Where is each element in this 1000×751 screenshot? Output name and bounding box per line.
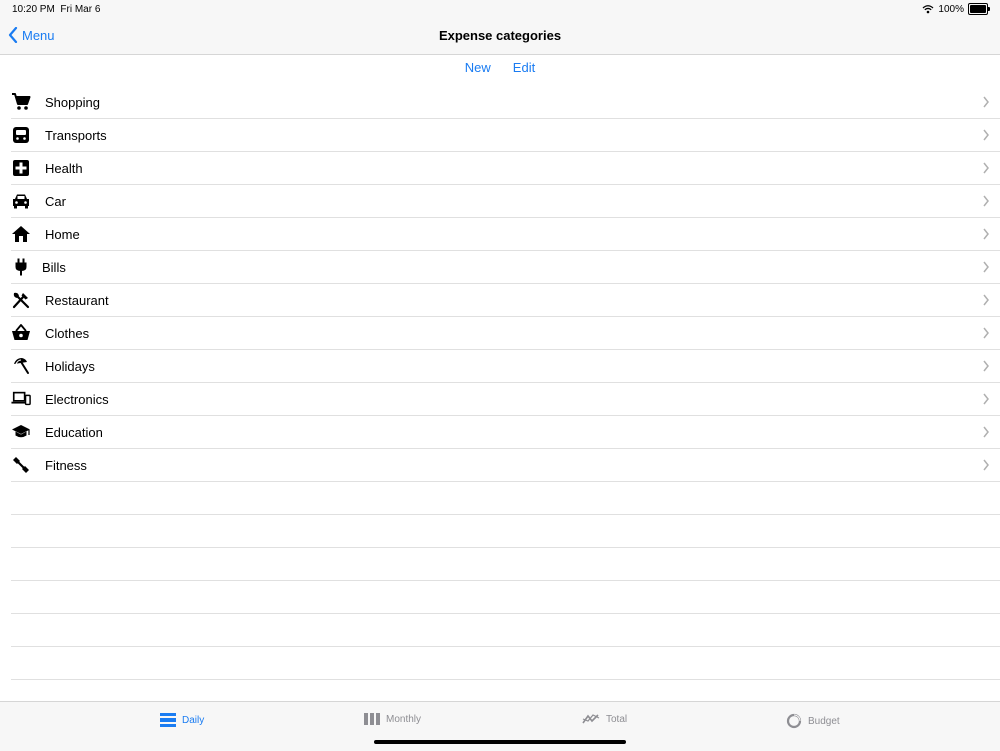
status-indicators: 100%: [922, 3, 990, 15]
category-label: Shopping: [45, 95, 100, 110]
basket-icon: [11, 324, 31, 342]
tab-label: Monthly: [386, 713, 422, 725]
navigation-bar: Menu Expense categories: [0, 18, 1000, 55]
status-bar: 10:20 PM Fri Mar 6 100%: [0, 0, 1000, 18]
chevron-right-icon: [983, 393, 989, 405]
category-row-fitness[interactable]: Fitness: [11, 449, 1000, 482]
empty-row: [11, 614, 1000, 647]
category-row-education[interactable]: Education: [11, 416, 1000, 449]
tab-label: Daily: [182, 714, 205, 726]
category-row-shopping[interactable]: Shopping: [11, 86, 1000, 119]
chevron-right-icon: [983, 228, 989, 240]
graduation-cap-icon: [11, 423, 31, 441]
plug-icon: [11, 258, 31, 276]
chevron-right-icon: [983, 360, 989, 372]
category-row-transports[interactable]: Transports: [11, 119, 1000, 152]
monthly-bars-icon: [364, 713, 380, 725]
chevron-right-icon: [983, 96, 989, 108]
category-label: Holidays: [45, 359, 95, 374]
chevron-right-icon: [983, 459, 989, 471]
medical-cross-icon: [11, 159, 31, 177]
empty-row: [11, 515, 1000, 548]
action-buttons: New Edit: [0, 60, 1000, 80]
wifi-icon: [922, 5, 934, 14]
category-row-car[interactable]: Car: [11, 185, 1000, 218]
donut-icon: [786, 713, 802, 729]
category-row-clothes[interactable]: Clothes: [11, 317, 1000, 350]
category-label: Fitness: [45, 458, 87, 473]
category-label: Health: [45, 161, 83, 176]
status-date: Fri Mar 6: [60, 4, 101, 15]
home-indicator: [374, 740, 626, 744]
devices-icon: [11, 390, 31, 408]
tab-budget[interactable]: Budget: [786, 713, 840, 729]
category-row-restaurant[interactable]: Restaurant: [11, 284, 1000, 317]
category-row-bills[interactable]: Bills: [11, 251, 1000, 284]
new-button[interactable]: New: [465, 60, 491, 80]
category-row-home[interactable]: Home: [11, 218, 1000, 251]
category-label: Restaurant: [45, 293, 109, 308]
empty-row: [11, 482, 1000, 515]
category-label: Transports: [45, 128, 107, 143]
category-list: Shopping Transports Health Car Home Bill…: [0, 86, 1000, 680]
trend-icon: [582, 714, 600, 724]
category-label: Electronics: [45, 392, 109, 407]
dumbbell-icon: [11, 456, 31, 474]
empty-row: [11, 548, 1000, 581]
tab-monthly[interactable]: Monthly: [364, 713, 421, 725]
category-label: Car: [45, 194, 66, 209]
empty-row: [11, 647, 1000, 680]
edit-button[interactable]: Edit: [513, 60, 535, 80]
status-time: 10:20 PM: [12, 4, 55, 15]
bus-icon: [11, 126, 31, 144]
page-title: Expense categories: [438, 28, 562, 43]
battery-icon: [968, 3, 990, 15]
status-clock: 10:20 PM Fri Mar 6: [12, 4, 100, 15]
category-label: Bills: [42, 260, 66, 275]
chevron-right-icon: [983, 195, 989, 207]
chevron-right-icon: [983, 327, 989, 339]
shopping-cart-icon: [11, 93, 31, 111]
beach-umbrella-icon: [11, 357, 31, 375]
tab-total[interactable]: Total: [582, 713, 627, 725]
daily-list-icon: [160, 713, 176, 727]
chevron-right-icon: [983, 294, 989, 306]
tab-label: Budget: [808, 715, 840, 727]
chevron-right-icon: [983, 261, 989, 273]
category-label: Education: [45, 425, 103, 440]
category-row-holidays[interactable]: Holidays: [11, 350, 1000, 383]
category-label: Home: [45, 227, 80, 242]
category-label: Clothes: [45, 326, 90, 341]
chevron-right-icon: [983, 426, 989, 438]
category-row-electronics[interactable]: Electronics: [11, 383, 1000, 416]
chevron-right-icon: [983, 129, 989, 141]
car-icon: [11, 192, 31, 210]
house-icon: [11, 225, 31, 243]
chevron-right-icon: [983, 162, 989, 174]
empty-row: [11, 581, 1000, 614]
fork-knife-icon: [11, 291, 31, 309]
category-row-health[interactable]: Health: [11, 152, 1000, 185]
tab-daily[interactable]: Daily: [160, 713, 204, 727]
battery-percent: 100%: [938, 3, 964, 15]
tab-label: Total: [606, 713, 628, 725]
